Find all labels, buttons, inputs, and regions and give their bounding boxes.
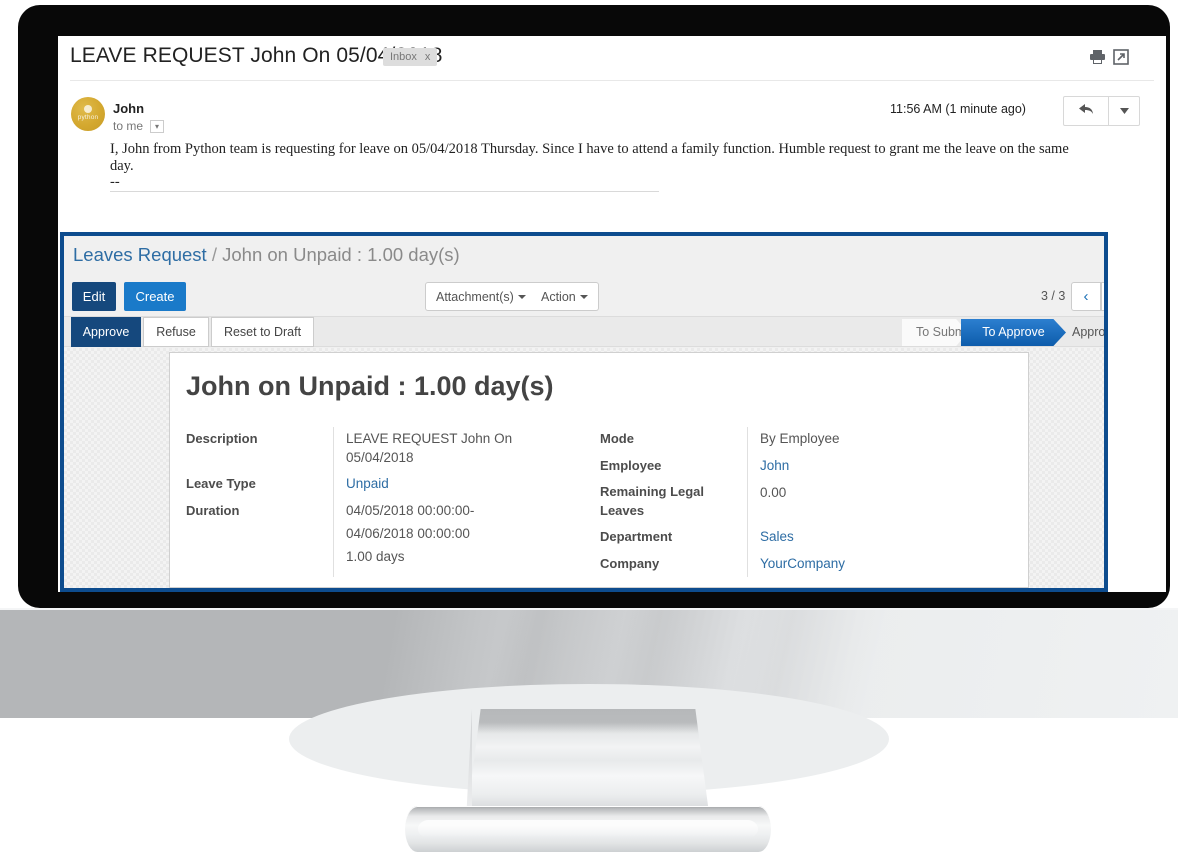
avatar-label: python [77, 114, 99, 121]
avatar: python [71, 97, 105, 131]
reply-button[interactable] [1063, 96, 1109, 126]
field-label-remaining-legal-leaves-line1: Remaining Legal [600, 484, 705, 499]
left-column-divider [333, 427, 334, 577]
odoo-inner: Leaves Request / John on Unpaid : 1.00 d… [64, 236, 1104, 588]
approve-button[interactable]: Approve [71, 317, 141, 347]
inbox-label-chip[interactable]: Inbox x [383, 48, 438, 66]
field-value-duration-line2: 04/06/2018 00:00:00 [346, 526, 470, 541]
field-value-duration-line1: 04/05/2018 00:00:00- [346, 503, 475, 518]
field-value-employee[interactable]: John [760, 458, 789, 473]
sender-name: John [113, 101, 145, 116]
pager-count: 3 / 3 [1041, 289, 1066, 303]
field-value-company[interactable]: YourCompany [760, 556, 845, 571]
more-options-chevron-down-icon[interactable] [1109, 96, 1140, 126]
field-value-remaining-legal-leaves: 0.00 [760, 485, 787, 500]
right-column-divider [747, 427, 748, 577]
form-content-area: John on Unpaid : 1.00 day(s) Description… [64, 348, 1104, 588]
field-value-department[interactable]: Sales [760, 529, 794, 544]
monitor-bezel: LEAVE REQUEST John On 05/04/2018 Inboxx [18, 5, 1170, 608]
breadcrumb-root-link[interactable]: Leaves Request [73, 244, 207, 265]
status-bar: Approve Refuse Reset to Draft To Submit … [64, 316, 1104, 347]
edit-button[interactable]: Edit [72, 282, 116, 311]
mail-body-text: I, John from Python team is requesting f… [110, 141, 1069, 174]
inbox-label-text: Inbox [390, 51, 417, 63]
action-dropdown-button[interactable]: Action [531, 282, 599, 311]
page-title: John on Unpaid : 1.00 day(s) [186, 371, 554, 401]
field-value-duration-line3: 1.00 days [346, 549, 405, 564]
field-label-department: Department [600, 529, 673, 544]
stage-approved[interactable]: Approved [1072, 319, 1104, 346]
action-label: Action [541, 289, 576, 304]
field-value-mode: By Employee [760, 431, 840, 446]
signature-dashes: -- [110, 174, 120, 190]
field-label-company: Company [600, 556, 660, 571]
open-in-new-window-icon[interactable] [1113, 49, 1129, 68]
field-value-description-line2: 05/04/2018 [346, 450, 414, 465]
field-label-employee: Employee [600, 458, 662, 473]
field-label-description: Description [186, 431, 258, 446]
field-label-remaining-legal-leaves-line2: Leaves [600, 503, 645, 518]
field-label-leave-type: Leave Type [186, 476, 256, 491]
control-panel: Edit Create Attachment(s) Action 3 / 3 ‹… [64, 278, 1104, 318]
field-label-duration: Duration [186, 503, 240, 518]
stand-foot-gloss [418, 820, 758, 838]
field-label-mode: Mode [600, 431, 634, 446]
screen: LEAVE REQUEST John On 05/04/2018 Inboxx [58, 36, 1166, 592]
print-icon[interactable] [1089, 49, 1106, 68]
recipient-summary: to me [113, 119, 144, 133]
pager-next-button[interactable]: › [1101, 282, 1104, 311]
stand-neck [466, 709, 710, 821]
recipient-details-chevron-down-icon[interactable]: ▾ [150, 120, 164, 133]
header-divider [70, 80, 1154, 81]
chevron-down-icon [579, 295, 588, 300]
breadcrumb: Leaves Request / John on Unpaid : 1.00 d… [73, 244, 460, 266]
odoo-form-panel: Leaves Request / John on Unpaid : 1.00 d… [60, 232, 1108, 592]
pager-previous-button[interactable]: ‹ [1071, 282, 1101, 311]
stage-to-approve[interactable]: To Approve [961, 319, 1066, 346]
chevron-down-icon [517, 295, 526, 300]
inbox-label-remove-icon[interactable]: x [425, 51, 431, 63]
field-value-leave-type[interactable]: Unpaid [346, 476, 389, 491]
attachments-dropdown-button[interactable]: Attachment(s) [425, 282, 537, 311]
breadcrumb-current: John on Unpaid : 1.00 day(s) [222, 244, 460, 265]
field-value-description-line1: LEAVE REQUEST John On [346, 431, 513, 446]
form-sheet: John on Unpaid : 1.00 day(s) Description… [169, 352, 1029, 588]
breadcrumb-separator: / [211, 244, 217, 265]
avatar-glyph [84, 105, 92, 113]
mail-timestamp: 11:56 AM (1 minute ago) [890, 102, 1026, 116]
mail-header: LEAVE REQUEST John On 05/04/2018 Inbox x [58, 36, 1166, 81]
attachments-label: Attachment(s) [436, 289, 514, 304]
create-button[interactable]: Create [124, 282, 186, 311]
refuse-button[interactable]: Refuse [143, 317, 209, 347]
reset-to-draft-button[interactable]: Reset to Draft [211, 317, 314, 347]
signature-divider [110, 191, 659, 192]
